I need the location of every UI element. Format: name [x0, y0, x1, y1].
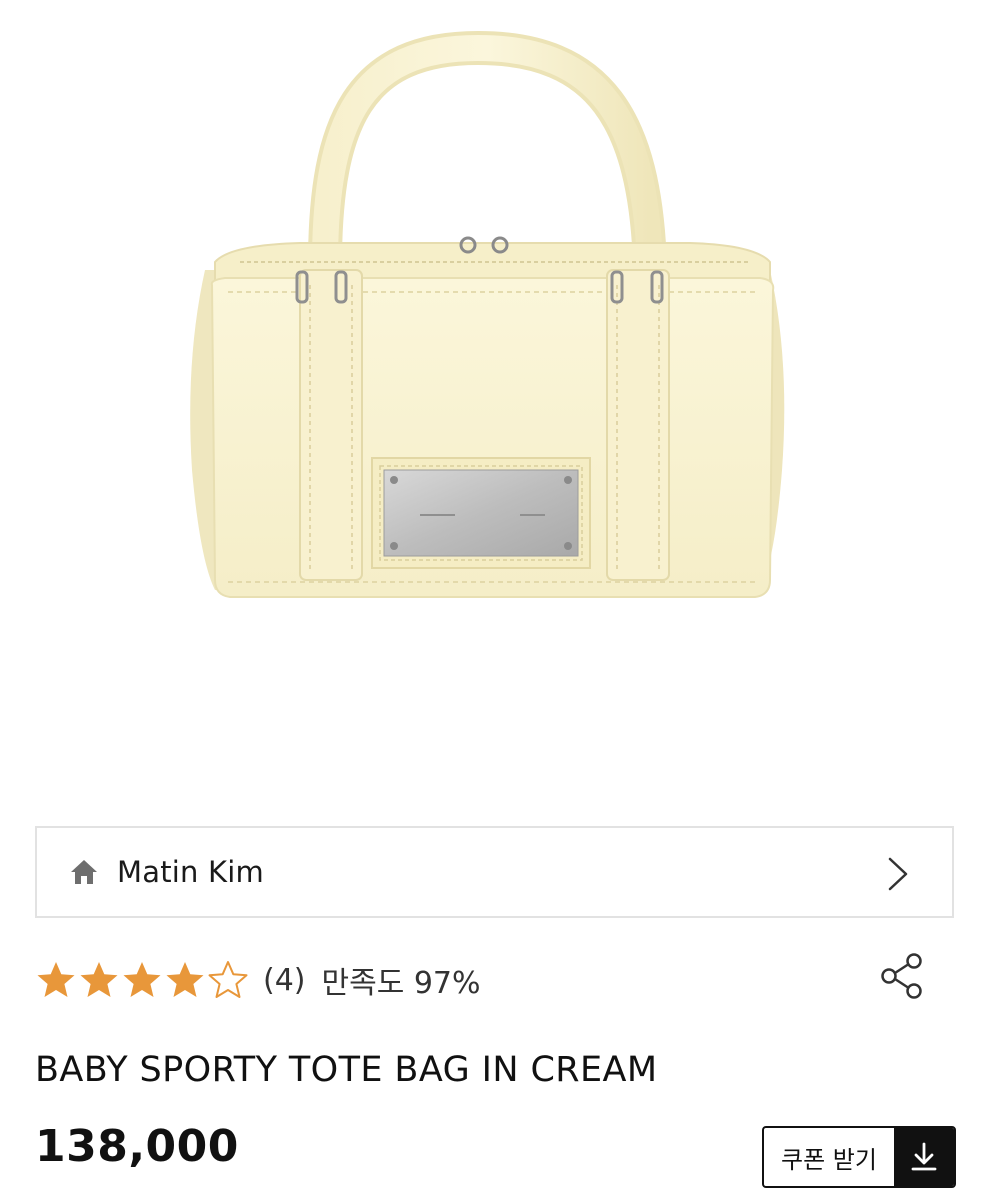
chevron-right-icon [886, 856, 910, 892]
coupon-label: 쿠폰 받기 [781, 1145, 877, 1174]
star-filled-icon [37, 962, 75, 997]
review-count[interactable]: (4) [263, 963, 306, 998]
star-filled-icon [166, 962, 204, 997]
bag-illustration [190, 30, 785, 598]
share-button[interactable] [874, 950, 930, 1006]
product-image[interactable] [0, 0, 991, 800]
coupon-download-button[interactable]: 쿠폰 받기 [762, 1126, 956, 1188]
home-icon [69, 857, 99, 887]
product-title: BABY SPORTY TOTE BAG IN CREAM [35, 1050, 658, 1090]
brand-shop-link[interactable]: Matin Kim [35, 826, 954, 918]
star-empty-icon [208, 961, 248, 998]
star-filled-icon [123, 962, 161, 997]
brand-name: Matin Kim [117, 855, 264, 889]
product-price: 138,000 [35, 1121, 239, 1172]
share-icon [879, 952, 925, 1004]
download-icon [894, 1128, 954, 1186]
rating-row[interactable]: (4) 만족도 97% [35, 955, 481, 1005]
satisfaction-rate: 만족도 97% [321, 966, 481, 1001]
star-filled-icon [80, 962, 118, 997]
rating-stars [35, 959, 249, 1001]
